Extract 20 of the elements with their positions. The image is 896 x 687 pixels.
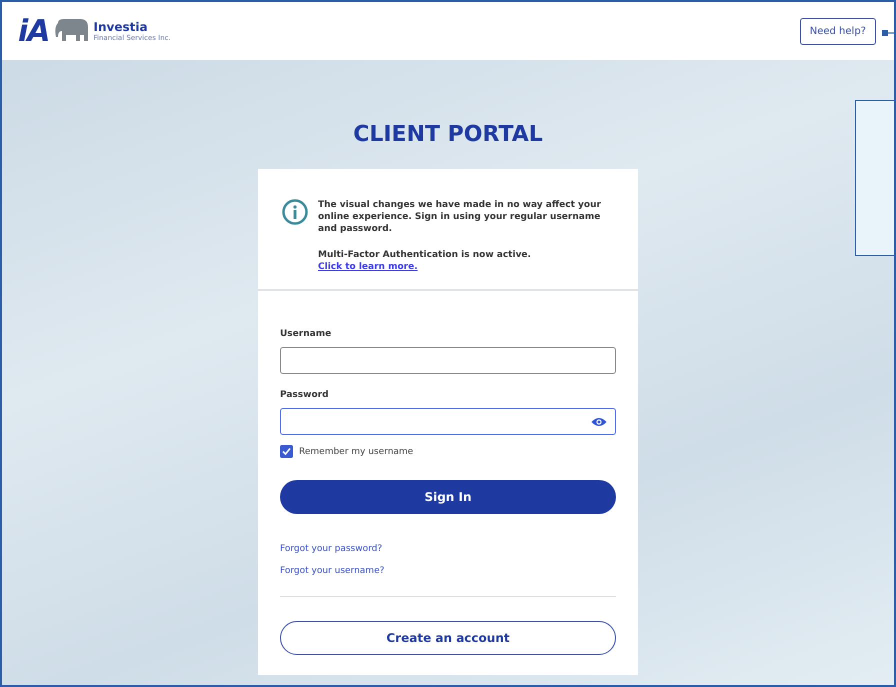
mfa-notice: Multi-Factor Authentication is now active. Click to learn more. — [318, 249, 532, 273]
notice-message: The visual changes we have made in no way affect your online experience. Sign in using your regular username and password. — [318, 199, 602, 235]
field-label: Username — [280, 329, 332, 339]
brand-logo: iA — [18, 14, 50, 48]
info-icon — [282, 199, 308, 225]
checkbox-label: Remember my username — [299, 446, 414, 456]
elephant-icon — [54, 19, 90, 43]
help-button[interactable]: Need help? — [800, 18, 876, 44]
learn-more-link[interactable]: Click to learn more. — [318, 262, 418, 272]
checkbox[interactable] — [280, 445, 293, 458]
text-link[interactable]: Forgot your password? — [280, 544, 382, 554]
page-title: CLIENT PORTAL — [353, 122, 543, 147]
password-field[interactable] — [280, 408, 616, 435]
eye-icon[interactable] — [591, 416, 607, 426]
create-account-button[interactable]: Create an account — [280, 621, 616, 655]
username-field[interactable] — [280, 347, 616, 374]
brand-name: Investia — [94, 20, 149, 34]
text-link[interactable]: Forgot your username? — [280, 566, 384, 576]
sign-in-button[interactable]: Sign In — [280, 480, 616, 514]
field-label: Password — [280, 390, 330, 400]
